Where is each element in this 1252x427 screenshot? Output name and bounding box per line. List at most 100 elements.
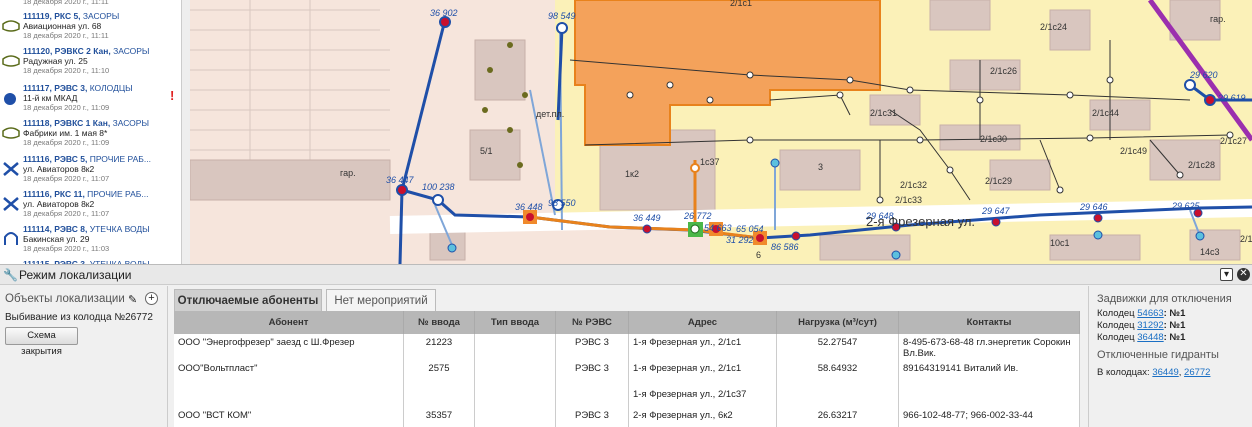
table-cell: 58.64932 bbox=[777, 360, 899, 386]
plus-icon: + bbox=[148, 292, 155, 304]
well-label: 36 448 bbox=[515, 202, 543, 212]
valve-well-link[interactable]: 54663 bbox=[1137, 308, 1163, 319]
map-canvas[interactable]: 2/1с1 2/1с24 2/1с26 2/1с31 2/1с44 2/1с30 2/1с4… bbox=[190, 0, 1252, 264]
valves-pane: Задвижки для отключения Колодец 54663: №… bbox=[1088, 286, 1252, 427]
hydrants-prefix: В колодцах: bbox=[1097, 367, 1153, 378]
column-header[interactable]: Нагрузка (м³/сут) bbox=[777, 311, 899, 334]
app-root: 111119, РКС 5, ЗАСОРЫ Авиационная ул. 68 1… bbox=[0, 0, 1252, 427]
valve-prefix: Колодец bbox=[1097, 320, 1138, 331]
table-cell: 1-я Фрезерная ул., 2/1с1 bbox=[629, 334, 777, 360]
building-label: 2/1с27 bbox=[1220, 136, 1247, 146]
table-cell bbox=[404, 386, 475, 407]
localization-panel: 🔧 Режим локализации ▾ ✕ Объекты локализа… bbox=[0, 264, 1252, 427]
collapse-button[interactable]: ▾ bbox=[1220, 268, 1233, 281]
tab-no-measures[interactable]: Нет мероприятий bbox=[326, 289, 436, 311]
column-header[interactable]: № РЭВС bbox=[556, 311, 629, 334]
closure-scheme-button[interactable]: Схема закрытия bbox=[5, 327, 78, 357]
table-cell bbox=[899, 386, 1080, 407]
well-label: 29 625 bbox=[1171, 201, 1201, 211]
building-label: 2/1с29 bbox=[985, 176, 1012, 186]
building-label: 2/1с32 bbox=[900, 180, 927, 190]
column-header[interactable]: № ввода bbox=[404, 311, 475, 334]
incident-item[interactable]: 111119, РКС 5, ЗАСОРЫ Авиационная ул. 68 1… bbox=[0, 10, 181, 45]
incident-item-partial-top[interactable]: 18 декабря 2020 г., 11:11 bbox=[0, 0, 181, 11]
hydrant-link-1[interactable]: 26772 bbox=[1184, 367, 1210, 378]
well-label: 29 619 bbox=[1217, 93, 1246, 103]
incident-list[interactable]: 111119, РКС 5, ЗАСОРЫ Авиационная ул. 68 1… bbox=[0, 0, 182, 264]
incident-item[interactable]: 111114, РЭВС 8, УТЕЧКА ВОДЫ Бакинская ул.… bbox=[0, 223, 181, 258]
building-label: 5/1 bbox=[480, 146, 493, 156]
column-header[interactable]: Тип ввода bbox=[475, 311, 556, 334]
contacts-line: 89164319141 Виталий Ив. bbox=[903, 363, 1019, 374]
table-row[interactable]: 1-я Фрезерная ул., 2/1с37 bbox=[174, 386, 1080, 407]
sewer-blockage-icon bbox=[2, 18, 20, 34]
incident-item[interactable]: 111120, РЭВКС 2 Кан, ЗАСОРЫ Радужная ул. … bbox=[0, 45, 181, 80]
incident-item[interactable]: 111118, РЭВКС 1 Кан, ЗАСОРЫ Фабрики им. 1… bbox=[0, 117, 181, 152]
building-label: 2/1с30 bbox=[980, 134, 1007, 144]
building-label: 2/1с24 bbox=[1040, 22, 1067, 32]
map-view[interactable]: 2/1с1 2/1с24 2/1с26 2/1с31 2/1с44 2/1с30 2/1с4… bbox=[190, 0, 1252, 264]
contacts-line: Вл.Вик. bbox=[903, 348, 936, 359]
valve-item: Колодец 31292: №1 bbox=[1097, 320, 1185, 331]
eraser-icon[interactable]: ✎ bbox=[128, 293, 137, 306]
well-label: 65 054 bbox=[736, 224, 764, 234]
street-label: 2-я Фрезерная ул. bbox=[866, 214, 975, 229]
rail-yard bbox=[190, 0, 390, 160]
incident-address: Авиационная ул. 68 bbox=[23, 21, 102, 31]
building-label: 10с1 bbox=[1050, 238, 1070, 248]
incident-item[interactable]: 111116, РКС 11, ПРОЧИЕ РАБ... ул. Авиатор… bbox=[0, 188, 181, 223]
close-button[interactable]: ✕ bbox=[1237, 268, 1250, 281]
incident-time: 18 декабря 2020 г., 11:09 bbox=[23, 103, 110, 112]
valve-well-link[interactable]: 31292 bbox=[1137, 320, 1163, 331]
well-label: 29 646 bbox=[1079, 202, 1108, 212]
incident-list-scrollbar[interactable] bbox=[182, 0, 190, 264]
contacts-line: 966-102-48-77; 966-002-33-44 bbox=[903, 410, 1033, 421]
table-row[interactable]: ООО "Энергофрезер" заезд с Ш.Фрезер 21223… bbox=[174, 334, 1080, 360]
valve-number: : №1 bbox=[1163, 332, 1186, 343]
incident-title: 111120, РЭВКС 2 Кан, ЗАСОРЫ bbox=[23, 46, 150, 56]
table-header: Абонент № ввода Тип ввода № РЭВС Адрес Нагруз… bbox=[174, 311, 1080, 334]
incident-item[interactable]: 111116, РЭВС 5, ПРОЧИЕ РАБ... ул. Авиатор… bbox=[0, 153, 181, 188]
table-cell: РЭВС 3 bbox=[556, 360, 629, 386]
column-header[interactable]: Адрес bbox=[629, 311, 777, 334]
valve-number: : №1 bbox=[1163, 320, 1186, 331]
incident-address: Радужная ул. 25 bbox=[23, 56, 88, 66]
table-row[interactable]: ООО"Вольтпласт" 2575 РЭВС 3 1-я Фрезерная у… bbox=[174, 360, 1080, 386]
tools-icon bbox=[2, 161, 20, 177]
valve-well-link[interactable]: 36448 bbox=[1137, 332, 1163, 343]
valve-item: Колодец 36448: №1 bbox=[1097, 332, 1185, 343]
building-label: гар. bbox=[340, 168, 356, 178]
add-object-button[interactable]: + bbox=[145, 292, 158, 305]
table-cell: 1-я Фрезерная ул., 2/1с37 bbox=[629, 386, 777, 407]
building-label: 1к2 bbox=[625, 169, 639, 179]
hydrant-link-0[interactable]: 36449 bbox=[1152, 367, 1178, 378]
building-label: дет.пл. bbox=[536, 109, 564, 119]
table-cell: ООО "Энергофрезер" заезд с Ш.Фрезер bbox=[174, 334, 404, 360]
building-label: 2/1с28 bbox=[1188, 160, 1215, 170]
table-cell: 52.27547 bbox=[777, 334, 899, 360]
column-header[interactable]: Контакты bbox=[899, 311, 1080, 334]
table-cell bbox=[475, 360, 556, 386]
building-label: 2/1с44 bbox=[1092, 108, 1119, 118]
building-label: 3 bbox=[818, 162, 823, 172]
building-label: 6 bbox=[756, 250, 761, 260]
contacts-line: 8-495-673-68-48 гл.энергетик Сорокин bbox=[903, 337, 1071, 348]
table-cell bbox=[556, 386, 629, 407]
table-row[interactable]: ООО "ВСТ КОМ" 35357 РЭВС 3 2-я Фрезерная ул… bbox=[174, 407, 1080, 427]
building-label: 2/1с49 bbox=[1120, 146, 1147, 156]
hydrants-title: Отключенные гидранты bbox=[1097, 349, 1219, 361]
well-label: 36 449 bbox=[633, 213, 661, 223]
table-cell: 2575 bbox=[404, 360, 475, 386]
column-header[interactable]: Абонент bbox=[174, 311, 404, 334]
incident-title: 111114, РЭВС 8, УТЕЧКА ВОДЫ bbox=[23, 224, 150, 234]
incident-time: 18 декабря 2020 г., 11:09 bbox=[23, 138, 110, 147]
building-label: гар. bbox=[1210, 14, 1226, 24]
alert-icon: ! bbox=[170, 88, 175, 103]
incident-time: 18 декабря 2020 г., 11:11 bbox=[23, 0, 109, 6]
well-label: 29 647 bbox=[981, 206, 1011, 216]
well-label: 86 586 bbox=[771, 242, 799, 252]
tab-affected-subscribers[interactable]: Отключаемые абоненты bbox=[174, 289, 322, 311]
building-label: 1с37 bbox=[700, 157, 720, 167]
table-cell: 1-я Фрезерная ул., 2/1с1 bbox=[629, 360, 777, 386]
incident-item[interactable]: 111117, РЭВС 3, КОЛОДЦЫ 11-й км МКАД 18 де… bbox=[0, 82, 181, 117]
